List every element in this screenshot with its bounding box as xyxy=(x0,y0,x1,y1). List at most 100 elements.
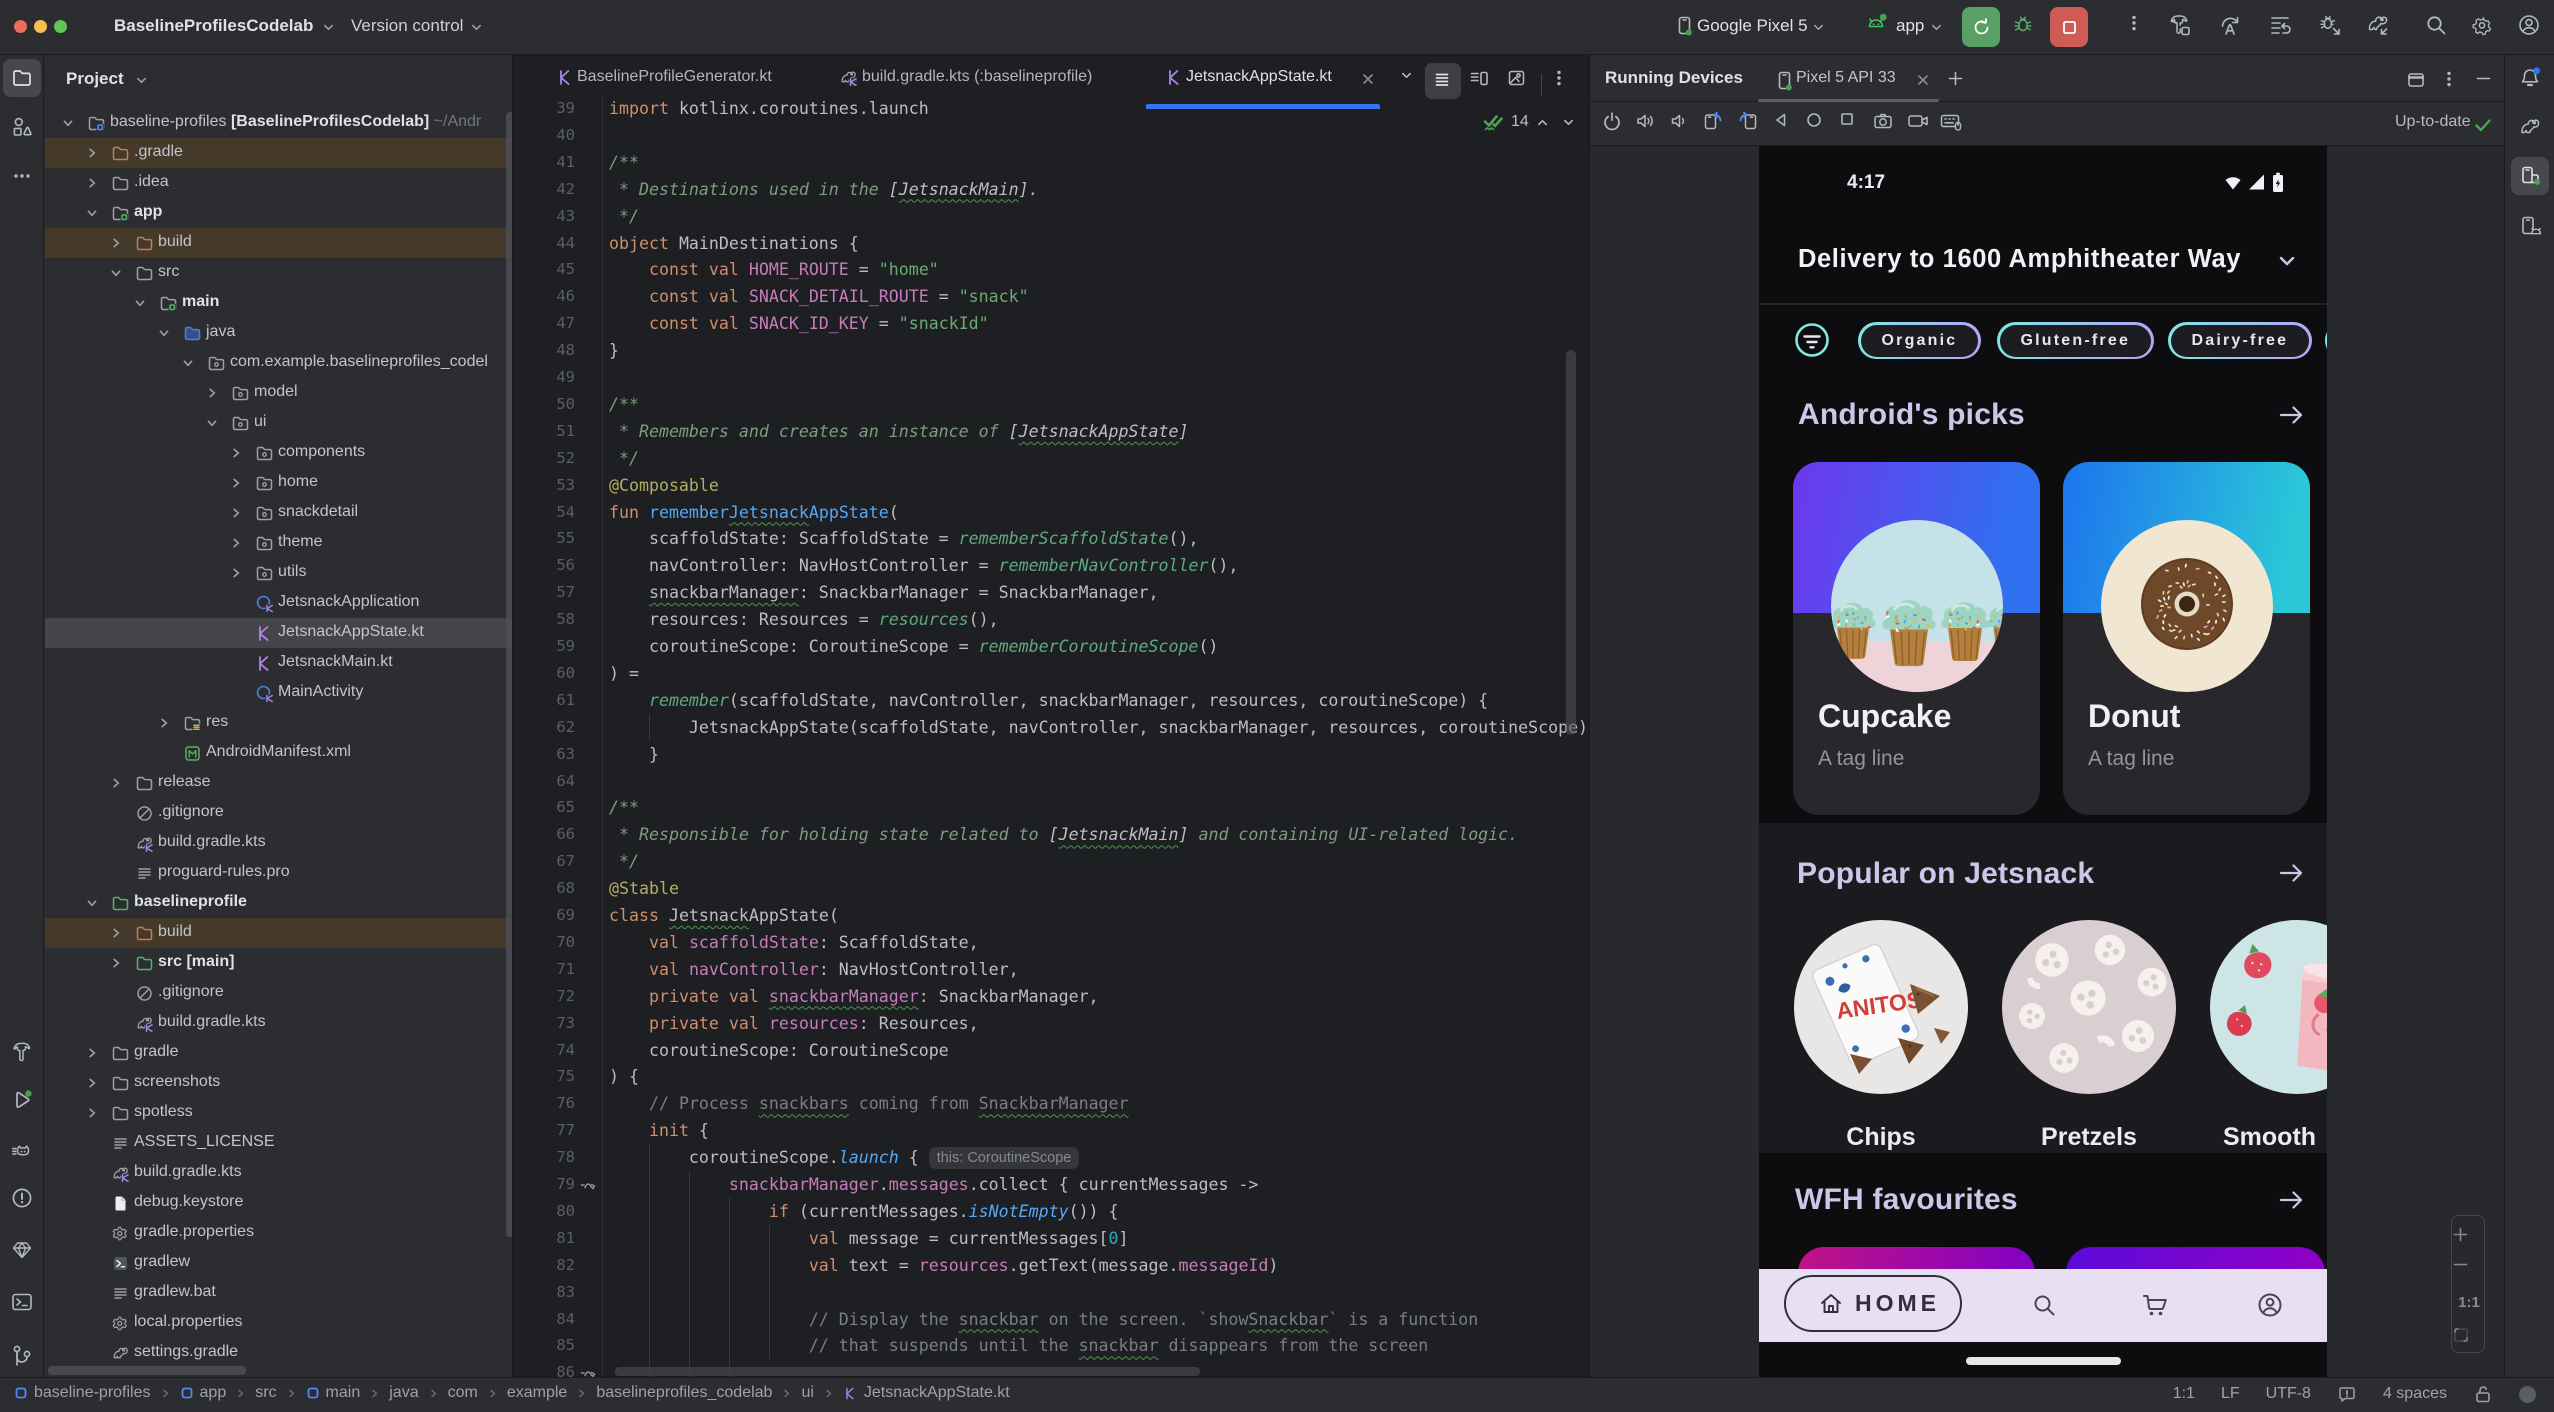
filter-chip-dairy-free[interactable]: Dairy-free xyxy=(2168,322,2312,359)
resource-manager-tool-button[interactable] xyxy=(3,108,41,146)
delivery-address[interactable]: Delivery to 1600 Amphitheater Way xyxy=(1798,245,2241,274)
tree-item-java[interactable]: java xyxy=(45,318,514,348)
android-back-icon[interactable] xyxy=(1771,110,1791,130)
apply-changes-icon[interactable] xyxy=(2218,13,2242,37)
tree-item-src__main_[interactable]: src [main] xyxy=(45,948,514,978)
macos-zoom-button[interactable] xyxy=(54,20,67,33)
line-ending-widget[interactable]: LF xyxy=(2221,1385,2240,1403)
nav-cart-icon[interactable] xyxy=(2141,1291,2171,1319)
tree-item-baseline-profiles_[interactable]: baseline-profiles [BaselineProfilesCodel… xyxy=(45,108,514,138)
editor-vertical-scrollbar[interactable] xyxy=(1566,350,1576,735)
version-control-tool-button[interactable] xyxy=(3,1337,41,1375)
volume-down-icon[interactable] xyxy=(1667,110,1689,132)
tree-item-spotless[interactable]: spotless xyxy=(45,1098,514,1128)
tree-item-main[interactable]: main xyxy=(45,288,514,318)
panel-divider[interactable] xyxy=(1588,55,1590,1377)
tree-collapse-chevron[interactable] xyxy=(85,206,99,220)
tree-collapse-chevron[interactable] xyxy=(181,356,195,370)
pretzels-image[interactable] xyxy=(2002,920,2176,1094)
breadcrumb-item[interactable]: JetsnackAppState.kt xyxy=(843,1384,1010,1402)
version-control-menu[interactable]: Version control xyxy=(351,16,463,36)
tree-expand-chevron[interactable] xyxy=(109,776,123,790)
close-device-tab-icon[interactable] xyxy=(1915,72,1931,88)
tree-expand-chevron[interactable] xyxy=(85,1046,99,1060)
tree-collapse-chevron[interactable] xyxy=(109,266,123,280)
tree-item-res[interactable]: res xyxy=(45,708,514,738)
tree-item-AndroidManifest.xml[interactable]: AndroidManifest.xml xyxy=(45,738,514,768)
tree-item-.gradle[interactable]: .gradle xyxy=(45,138,514,168)
rotate-left-icon[interactable] xyxy=(1701,110,1725,132)
build-hammer-icon[interactable] xyxy=(2168,13,2192,37)
running-devices-tool-button[interactable] xyxy=(2511,157,2549,195)
zoom-reset-button[interactable]: 1:1 xyxy=(2452,1294,2486,1311)
tree-expand-chevron[interactable] xyxy=(157,716,171,730)
build-tool-button[interactable] xyxy=(3,1033,41,1071)
tree-collapse-chevron[interactable] xyxy=(205,416,219,430)
tree-item-gradlew[interactable]: gradlew xyxy=(45,1248,514,1278)
tree-item-screenshots[interactable]: screenshots xyxy=(45,1068,514,1098)
terminal-tool-button[interactable] xyxy=(3,1283,41,1321)
snack-card-donut[interactable]: Donut A tag line xyxy=(2063,462,2310,815)
account-avatar-icon[interactable] xyxy=(2517,13,2541,37)
tree-item-.idea[interactable]: .idea xyxy=(45,168,514,198)
tree-item-snackdetail[interactable]: snackdetail xyxy=(45,498,514,528)
tree-item-com.example.baselineprofiles_codel[interactable]: com.example.baselineprofiles_codel xyxy=(45,348,514,378)
section-arrow-icon[interactable] xyxy=(2277,401,2305,429)
tree-expand-chevron[interactable] xyxy=(85,1106,99,1120)
screenshot-camera-icon[interactable] xyxy=(1872,110,1894,132)
tree-expand-chevron[interactable] xyxy=(229,566,243,580)
tree-item-src[interactable]: src xyxy=(45,258,514,288)
filter-chip-gluten-free[interactable]: Gluten-free xyxy=(1997,322,2154,359)
device-selector[interactable]: Google Pixel 5 xyxy=(1697,16,1808,36)
gradle-tool-button[interactable] xyxy=(2511,108,2549,146)
hide-panel-icon[interactable] xyxy=(2475,70,2492,87)
emulator-power-icon[interactable] xyxy=(1601,110,1623,132)
add-device-icon[interactable] xyxy=(1947,70,1964,87)
tree-item-build.gradle.kts[interactable]: build.gradle.kts xyxy=(45,1158,514,1188)
tree-item-home[interactable]: home xyxy=(45,468,514,498)
tree-expand-chevron[interactable] xyxy=(85,1076,99,1090)
stop-app-button[interactable] xyxy=(2050,7,2088,47)
breadcrumb-item[interactable]: java xyxy=(389,1384,418,1402)
tree-item-gradle[interactable]: gradle xyxy=(45,1038,514,1068)
more-tool-windows-button[interactable] xyxy=(3,157,41,195)
editor-horizontal-scrollbar[interactable] xyxy=(615,1367,1200,1376)
section-arrow-icon[interactable] xyxy=(2277,859,2305,887)
volume-up-icon[interactable] xyxy=(1634,110,1656,132)
breadcrumb-item[interactable]: baselineprofiles_codelab xyxy=(596,1384,772,1402)
tree-item-gradle.properties[interactable]: gradle.properties xyxy=(45,1218,514,1248)
chips-image[interactable]: ANITOS xyxy=(1794,920,1968,1094)
tree-item-settings.gradle[interactable]: settings.gradle xyxy=(45,1338,514,1368)
panel-divider[interactable] xyxy=(512,55,514,1377)
tree-item-gradlew.bat[interactable]: gradlew.bat xyxy=(45,1278,514,1308)
split-view-icon[interactable] xyxy=(1469,69,1489,87)
hardware-input-icon[interactable] xyxy=(1939,110,1963,132)
section-arrow-icon[interactable] xyxy=(2277,1186,2305,1214)
zoom-out-icon[interactable] xyxy=(2452,1256,2486,1273)
tree-item-build[interactable]: build xyxy=(45,228,514,258)
device-tab[interactable]: Pixel 5 API 33 xyxy=(1796,69,1896,87)
tree-expand-chevron[interactable] xyxy=(85,146,99,160)
tree-item-utils[interactable]: utils xyxy=(45,558,514,588)
gesture-handle[interactable] xyxy=(1966,1357,2121,1365)
tree-item-JetsnackMain.kt[interactable]: JetsnackMain.kt xyxy=(45,648,514,678)
notifications-button[interactable] xyxy=(2511,59,2549,97)
snack-card-cupcake[interactable]: Cupcake A tag line xyxy=(1793,462,2040,815)
tree-expand-chevron[interactable] xyxy=(229,446,243,460)
breadcrumb-item[interactable]: app xyxy=(180,1384,226,1402)
encoding-widget[interactable]: UTF-8 xyxy=(2266,1385,2311,1403)
tree-item-model[interactable]: model xyxy=(45,378,514,408)
zoom-fit-icon[interactable] xyxy=(2452,1326,2486,1344)
macos-minimize-button[interactable] xyxy=(34,20,47,33)
problems-tool-button[interactable] xyxy=(3,1179,41,1217)
tree-item-.gitignore[interactable]: .gitignore xyxy=(45,978,514,1008)
macos-close-button[interactable] xyxy=(14,20,27,33)
file-writable-unlock-icon[interactable] xyxy=(2473,1384,2493,1404)
logcat-tool-button[interactable] xyxy=(3,1133,41,1171)
breadcrumb-item[interactable]: main xyxy=(306,1384,360,1402)
panel-layout-icon[interactable] xyxy=(2407,71,2425,89)
tree-item-build[interactable]: build xyxy=(45,918,514,948)
tree-expand-chevron[interactable] xyxy=(205,386,219,400)
tree-item-baselineprofile[interactable]: baselineprofile xyxy=(45,888,514,918)
rerun-app-button[interactable] xyxy=(1962,7,2000,47)
